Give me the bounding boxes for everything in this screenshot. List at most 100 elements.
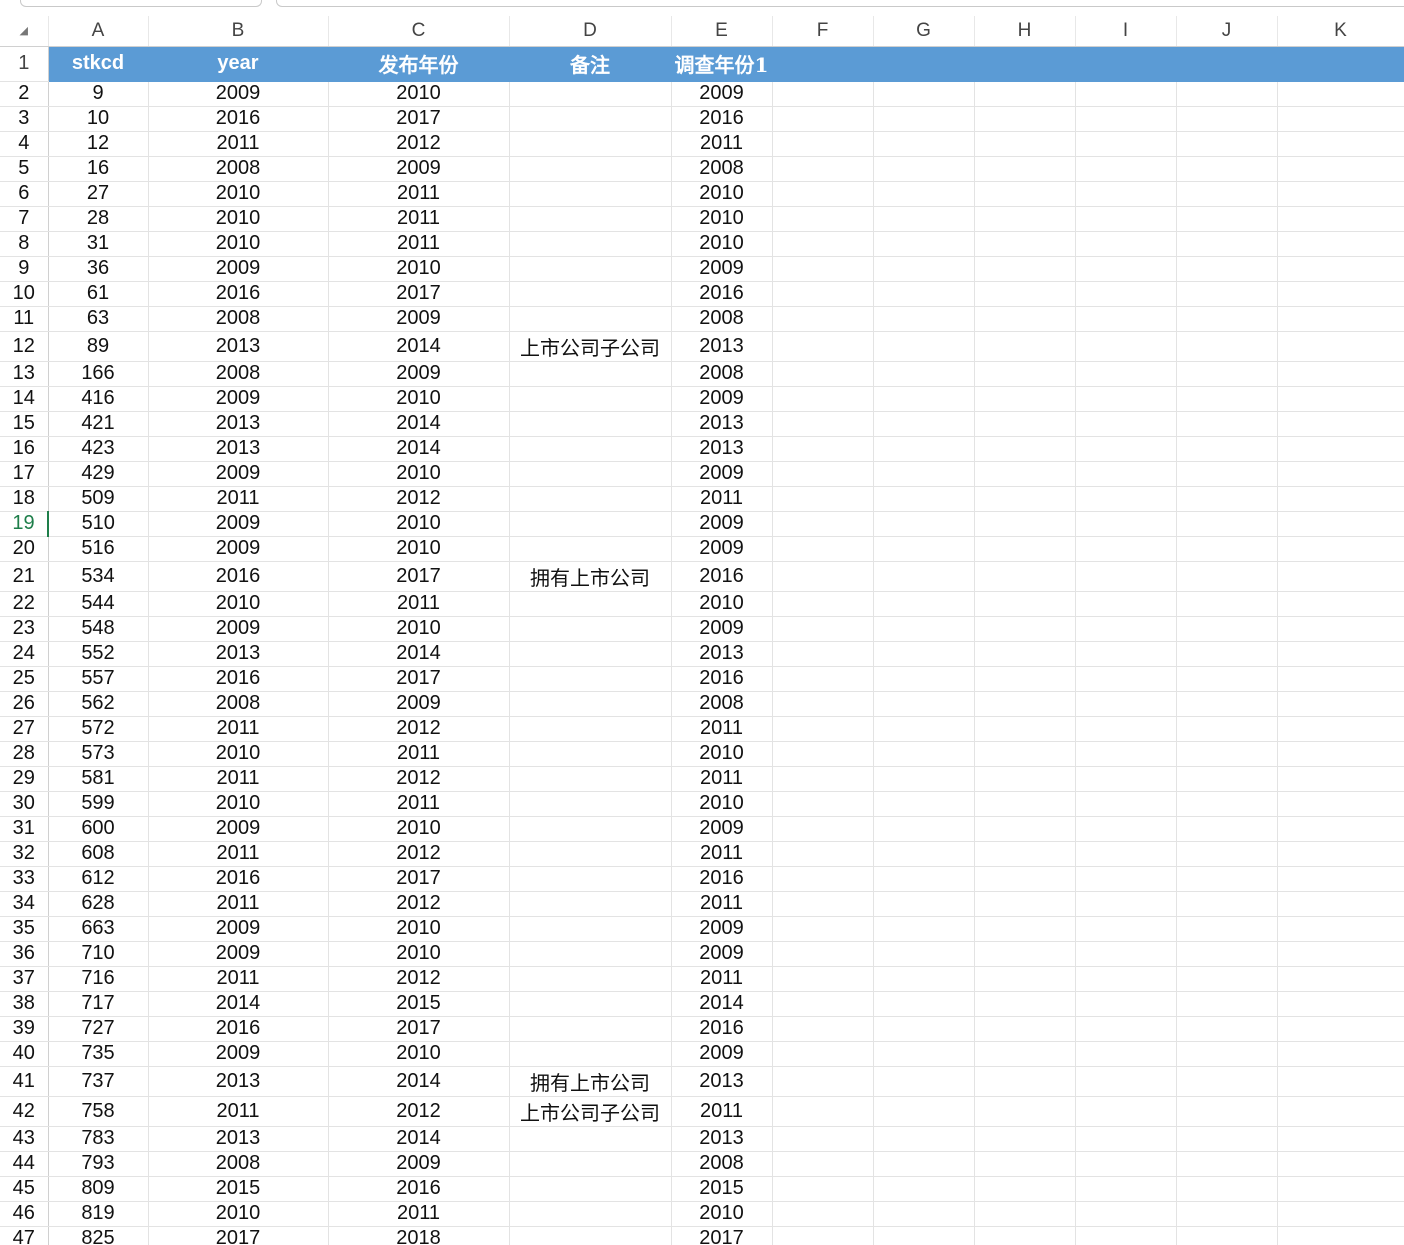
cell-empty-i[interactable] xyxy=(1075,841,1177,867)
cell-remark[interactable] xyxy=(509,591,672,617)
cell-survey-year[interactable]: 2010 xyxy=(671,231,773,257)
row-number[interactable]: 13 xyxy=(0,361,49,387)
cell-empty-h[interactable] xyxy=(974,791,1076,817)
cell-remark[interactable] xyxy=(509,716,672,742)
row-number[interactable]: 33 xyxy=(0,866,49,892)
cell-publish-year[interactable]: 2017 xyxy=(328,666,510,692)
cell-empty-j[interactable] xyxy=(1176,156,1278,182)
cell-empty-f[interactable] xyxy=(772,1041,874,1067)
cell-empty-f[interactable] xyxy=(772,591,874,617)
cell-empty-j[interactable] xyxy=(1176,991,1278,1017)
column-header-i[interactable]: I xyxy=(1075,16,1177,47)
cell-publish-year[interactable]: 2011 xyxy=(328,791,510,817)
cell-empty-g[interactable] xyxy=(873,486,975,512)
cell-remark[interactable] xyxy=(509,791,672,817)
cell-empty-j[interactable] xyxy=(1176,561,1278,592)
cell-empty-i[interactable] xyxy=(1075,616,1177,642)
header-cell-i[interactable] xyxy=(1075,46,1177,82)
cell-empty-i[interactable] xyxy=(1075,281,1177,307)
row-number[interactable]: 19 xyxy=(0,511,49,537)
cell-survey-year[interactable]: 2011 xyxy=(671,1096,773,1127)
cell-empty-j[interactable] xyxy=(1176,511,1278,537)
cell-empty-g[interactable] xyxy=(873,666,975,692)
cell-empty-k[interactable] xyxy=(1277,206,1404,232)
row-number[interactable]: 38 xyxy=(0,991,49,1017)
cell-empty-h[interactable] xyxy=(974,966,1076,992)
cell-year[interactable]: 2014 xyxy=(148,991,329,1017)
cell-publish-year[interactable]: 2011 xyxy=(328,741,510,767)
cell-survey-year[interactable]: 2013 xyxy=(671,641,773,667)
cell-empty-k[interactable] xyxy=(1277,1126,1404,1152)
cell-empty-i[interactable] xyxy=(1075,436,1177,462)
cell-remark[interactable] xyxy=(509,866,672,892)
cell-empty-k[interactable] xyxy=(1277,256,1404,282)
cell-empty-h[interactable] xyxy=(974,616,1076,642)
cell-empty-h[interactable] xyxy=(974,916,1076,942)
cell-empty-f[interactable] xyxy=(772,1126,874,1152)
cell-stkcd[interactable]: 783 xyxy=(48,1126,149,1152)
cell-survey-year[interactable]: 2008 xyxy=(671,306,773,332)
row-number[interactable]: 16 xyxy=(0,436,49,462)
cell-empty-i[interactable] xyxy=(1075,741,1177,767)
cell-survey-year[interactable]: 2009 xyxy=(671,386,773,412)
cell-empty-h[interactable] xyxy=(974,766,1076,792)
cell-year[interactable]: 2011 xyxy=(148,131,329,157)
cell-publish-year[interactable]: 2011 xyxy=(328,1201,510,1227)
cell-empty-g[interactable] xyxy=(873,536,975,562)
cell-empty-g[interactable] xyxy=(873,741,975,767)
name-box[interactable] xyxy=(20,0,262,7)
header-cell-survey-year[interactable]: 调查年份1 xyxy=(671,46,773,82)
cell-empty-k[interactable] xyxy=(1277,941,1404,967)
cell-empty-g[interactable] xyxy=(873,991,975,1017)
row-number[interactable]: 26 xyxy=(0,691,49,717)
cell-empty-i[interactable] xyxy=(1075,1151,1177,1177)
cell-empty-h[interactable] xyxy=(974,716,1076,742)
cell-empty-h[interactable] xyxy=(974,1096,1076,1127)
cell-empty-h[interactable] xyxy=(974,386,1076,412)
column-header-b[interactable]: B xyxy=(148,16,329,47)
cell-empty-f[interactable] xyxy=(772,691,874,717)
cell-empty-g[interactable] xyxy=(873,306,975,332)
cell-empty-i[interactable] xyxy=(1075,1201,1177,1227)
cell-empty-i[interactable] xyxy=(1075,231,1177,257)
cell-survey-year[interactable]: 2013 xyxy=(671,411,773,437)
cell-empty-h[interactable] xyxy=(974,331,1076,362)
cell-year[interactable]: 2008 xyxy=(148,156,329,182)
cell-empty-k[interactable] xyxy=(1277,841,1404,867)
cell-empty-g[interactable] xyxy=(873,561,975,592)
row-number[interactable]: 37 xyxy=(0,966,49,992)
cell-empty-j[interactable] xyxy=(1176,411,1278,437)
cell-empty-k[interactable] xyxy=(1277,486,1404,512)
cell-publish-year[interactable]: 2012 xyxy=(328,131,510,157)
cell-empty-g[interactable] xyxy=(873,1066,975,1097)
cell-stkcd[interactable]: 31 xyxy=(48,231,149,257)
cell-empty-h[interactable] xyxy=(974,741,1076,767)
cell-remark[interactable] xyxy=(509,461,672,487)
cell-empty-k[interactable] xyxy=(1277,616,1404,642)
cell-empty-g[interactable] xyxy=(873,156,975,182)
cell-empty-j[interactable] xyxy=(1176,306,1278,332)
cell-empty-i[interactable] xyxy=(1075,1041,1177,1067)
cell-empty-g[interactable] xyxy=(873,866,975,892)
cell-publish-year[interactable]: 2016 xyxy=(328,1176,510,1202)
cell-remark[interactable]: 拥有上市公司 xyxy=(509,1066,672,1097)
cell-publish-year[interactable]: 2009 xyxy=(328,306,510,332)
cell-empty-j[interactable] xyxy=(1176,256,1278,282)
cell-empty-g[interactable] xyxy=(873,511,975,537)
cell-empty-h[interactable] xyxy=(974,361,1076,387)
cell-empty-i[interactable] xyxy=(1075,966,1177,992)
row-number[interactable]: 14 xyxy=(0,386,49,412)
row-number[interactable]: 43 xyxy=(0,1126,49,1152)
row-number[interactable]: 8 xyxy=(0,231,49,257)
cell-year[interactable]: 2009 xyxy=(148,511,329,537)
cell-stkcd[interactable]: 429 xyxy=(48,461,149,487)
cell-survey-year[interactable]: 2011 xyxy=(671,841,773,867)
cell-empty-j[interactable] xyxy=(1176,841,1278,867)
cell-stkcd[interactable]: 534 xyxy=(48,561,149,592)
cell-stkcd[interactable]: 663 xyxy=(48,916,149,942)
cell-empty-h[interactable] xyxy=(974,1041,1076,1067)
cell-year[interactable]: 2016 xyxy=(148,1016,329,1042)
cell-year[interactable]: 2016 xyxy=(148,281,329,307)
cell-remark[interactable] xyxy=(509,816,672,842)
cell-year[interactable]: 2011 xyxy=(148,1096,329,1127)
